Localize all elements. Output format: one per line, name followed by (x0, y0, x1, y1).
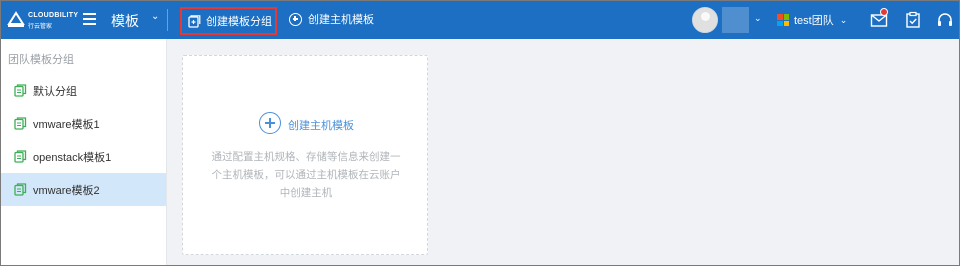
template-icon (14, 117, 27, 130)
sidebar-item-label: vmware模板2 (33, 184, 100, 197)
card-description: 通过配置主机规格、存储等信息来创建一个主机模板，可以通过主机模板在云账户中创建主… (211, 151, 401, 199)
create-host-template-button[interactable]: 创建主机模板 (289, 11, 374, 27)
headset-icon (938, 13, 952, 26)
template-icon (14, 150, 27, 163)
tasks-button[interactable] (904, 11, 922, 29)
chevron-down-icon[interactable]: ⌄ (151, 11, 159, 22)
messages-button[interactable] (870, 8, 888, 29)
chevron-down-icon[interactable]: ⌄ (754, 13, 762, 24)
add-group-icon (188, 14, 201, 28)
checklist-icon (906, 11, 920, 28)
sidebar-item-vmware-template-1[interactable]: vmware模板1 (1, 107, 166, 140)
template-icon (14, 183, 27, 196)
cloudbility-logo-icon (7, 11, 25, 27)
sidebar-title: 团队模板分组 (8, 54, 74, 66)
create-host-template-label: 创建主机模板 (308, 14, 374, 26)
template-icon (14, 84, 27, 97)
sidebar-item-label: 默认分组 (33, 85, 77, 98)
create-host-template-card[interactable]: 创建主机模板 通过配置主机规格、存储等信息来创建一个主机模板，可以通过主机模板在… (182, 55, 428, 255)
sidebar-item-label: openstack模板1 (33, 151, 112, 164)
chevron-down-icon: ⌄ (839, 14, 848, 25)
create-template-group-button[interactable]: 创建模板分组 (180, 7, 277, 35)
plus-circle-icon[interactable] (259, 112, 281, 134)
sidebar-item-default-group[interactable]: 默认分组 (1, 74, 166, 107)
notification-badge (880, 8, 888, 16)
brand-name: CLOUDBILITY (28, 12, 79, 19)
app-window: CLOUDBILITY 行云管家 模板 ⌄ 创建模板分组 创建主机模板 ⌄ te… (0, 0, 960, 266)
sidebar-item-label: vmware模板1 (33, 118, 100, 131)
sidebar-item-vmware-template-2[interactable]: vmware模板2 (1, 173, 166, 206)
template-group-sidebar: 团队模板分组 默认分组 vmware模板1 openstack模板1 vmwar… (1, 39, 167, 265)
avatar[interactable] (692, 7, 718, 33)
brand-logo[interactable]: CLOUDBILITY 行云管家 (6, 9, 78, 31)
plus-circle-icon (289, 12, 302, 26)
support-button[interactable] (936, 11, 954, 29)
sidebar-item-openstack-template-1[interactable]: openstack模板1 (1, 140, 166, 173)
navbar-divider (167, 9, 168, 31)
create-template-group-label: 创建模板分组 (206, 16, 272, 28)
top-navbar: CLOUDBILITY 行云管家 模板 ⌄ 创建模板分组 创建主机模板 ⌄ te… (1, 1, 959, 39)
username-display[interactable] (722, 7, 749, 33)
team-logo-icon (777, 14, 789, 26)
create-host-template-link[interactable]: 创建主机模板 (288, 117, 354, 133)
team-switcher[interactable]: test团队 ⌄ (777, 12, 847, 28)
menu-toggle-icon[interactable] (83, 13, 96, 25)
brand-subtitle: 行云管家 (28, 24, 53, 30)
module-title[interactable]: 模板 (111, 11, 139, 31)
team-name: test团队 (794, 15, 834, 27)
